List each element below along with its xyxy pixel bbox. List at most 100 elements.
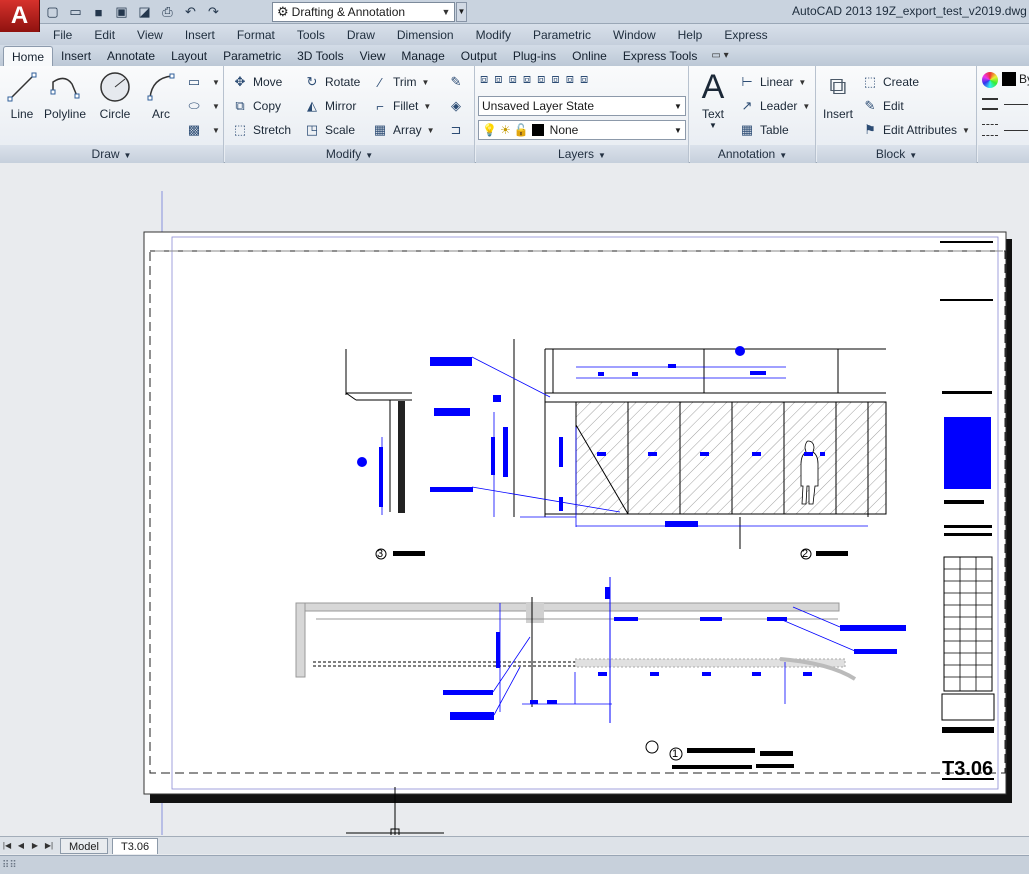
layout-viewport[interactable]: T3.06 3 2 1 xyxy=(0,167,1029,835)
tab-home[interactable]: Home xyxy=(3,46,54,66)
layer-isolate-icon[interactable]: ⧈ xyxy=(537,71,545,87)
properties-panel-title[interactable] xyxy=(978,145,1029,163)
layers-panel-title[interactable]: Layers ▼ xyxy=(476,145,688,163)
fillet-button[interactable]: ⌐ Fillet ▼ xyxy=(371,96,431,116)
tab-3d-tools[interactable]: 3D Tools xyxy=(289,46,351,66)
tab-layout-t306[interactable]: T3.06 xyxy=(111,837,159,854)
layer-properties-icon[interactable]: ⧈ xyxy=(480,71,488,87)
circle-label: Circle xyxy=(99,107,131,121)
color-swatch[interactable] xyxy=(1002,72,1016,86)
workspace-select[interactable]: ⚙ Drafting & Annotation ▼ xyxy=(272,2,455,22)
ellipse-button[interactable]: ⬭ ▼ xyxy=(185,96,219,116)
menu-express[interactable]: Express xyxy=(713,28,778,42)
save-as-icon[interactable]: ▣ xyxy=(111,2,132,22)
modify-panel-title[interactable]: Modify ▼ xyxy=(225,145,474,163)
erase-button[interactable]: ✎ xyxy=(447,72,469,92)
tab-model[interactable]: Model xyxy=(60,837,108,854)
linetype-icon[interactable] xyxy=(982,124,998,136)
arc-button[interactable]: Arc xyxy=(144,70,178,121)
leader-label: Leader xyxy=(760,99,798,113)
workspace-label: Drafting & Annotation xyxy=(291,5,406,19)
save-icon[interactable]: ■ xyxy=(88,2,109,22)
scale-button[interactable]: ◳ Scale xyxy=(303,120,355,140)
prev-tab-icon[interactable]: ◀ xyxy=(14,839,28,853)
layer-unisolate-icon[interactable]: ⧈ xyxy=(551,71,559,87)
tab-layout[interactable]: Layout xyxy=(163,46,215,66)
draw-panel-title[interactable]: Draw ▼ xyxy=(0,145,223,163)
make-current-icon[interactable]: ⧈ xyxy=(509,71,517,87)
last-tab-icon[interactable]: ▶| xyxy=(42,839,56,853)
menu-modify[interactable]: Modify xyxy=(465,28,522,42)
drawing-canvas[interactable]: T3.06 3 2 1 xyxy=(0,167,1029,835)
mirror-button[interactable]: ◭ Mirror xyxy=(303,96,356,116)
rotate-button[interactable]: ↻ Rotate xyxy=(303,72,361,92)
edit-block-button[interactable]: ✎ Edit xyxy=(861,96,904,116)
layer-state-select[interactable]: Unsaved Layer State ▼ xyxy=(478,96,686,116)
ribbon-minimize-icon[interactable]: ▭ ▾ xyxy=(711,46,728,66)
polyline-label: Polyline xyxy=(43,107,87,121)
tab-annotate[interactable]: Annotate xyxy=(99,46,163,66)
layer-select[interactable]: 💡 ☀ 🔓 None ▼ xyxy=(478,120,686,140)
explode-button[interactable]: ◈ xyxy=(447,96,469,116)
polyline-button[interactable]: Polyline xyxy=(42,70,88,121)
tab-view[interactable]: View xyxy=(352,46,394,66)
tab-parametric[interactable]: Parametric xyxy=(215,46,289,66)
create-block-button[interactable]: ⬚ Create xyxy=(861,72,919,92)
qat-customize-button[interactable]: ▼ xyxy=(456,2,467,22)
stretch-button[interactable]: ⬚ Stretch xyxy=(231,120,291,140)
leader-button[interactable]: ↗ Leader ▼ xyxy=(738,96,811,116)
tab-plug-ins[interactable]: Plug-ins xyxy=(505,46,564,66)
menu-parametric[interactable]: Parametric xyxy=(522,28,602,42)
next-tab-icon[interactable]: ▶ xyxy=(28,839,42,853)
tab-output[interactable]: Output xyxy=(453,46,505,66)
menu-dimension[interactable]: Dimension xyxy=(386,28,465,42)
menu-file[interactable]: File xyxy=(42,28,83,42)
table-button[interactable]: ▦ Table xyxy=(738,120,789,140)
layer-match-icon[interactable]: ⧈ xyxy=(523,71,531,87)
text-button[interactable]: A Text ▼ xyxy=(694,68,732,131)
insert-label: Insert xyxy=(822,107,853,121)
menu-draw[interactable]: Draw xyxy=(336,28,386,42)
menu-edit[interactable]: Edit xyxy=(83,28,126,42)
tab-express-tools[interactable]: Express Tools xyxy=(615,46,705,66)
trim-button[interactable]: ⁄ Trim ▼ xyxy=(371,72,430,92)
linear-button[interactable]: ⊢ Linear ▼ xyxy=(738,72,806,92)
layer-previous-icon[interactable]: ⧈ xyxy=(494,71,502,87)
insert-button[interactable]: ⧉ Insert xyxy=(821,70,855,121)
redo-icon[interactable]: ↷ xyxy=(203,2,224,22)
color-wheel-icon[interactable] xyxy=(982,72,998,88)
menu-tools[interactable]: Tools xyxy=(286,28,336,42)
layer-freeze-icon[interactable]: ⧈ xyxy=(566,71,574,87)
first-tab-icon[interactable]: |◀ xyxy=(0,839,14,853)
move-button[interactable]: ✥ Move xyxy=(231,72,283,92)
layer-state-value: Unsaved Layer State xyxy=(482,99,595,113)
menu-window[interactable]: Window xyxy=(602,28,667,42)
block-panel-title[interactable]: Block ▼ xyxy=(817,145,976,163)
hatch-button[interactable]: ▩ ▼ xyxy=(185,120,220,140)
rectangle-button[interactable]: ▭ ▼ xyxy=(185,72,220,92)
offset-button[interactable]: ⊐ xyxy=(447,120,469,140)
tab-online[interactable]: Online xyxy=(564,46,615,66)
application-menu-button[interactable]: A xyxy=(0,0,40,32)
new-file-icon[interactable]: ▢ xyxy=(42,2,63,22)
array-button[interactable]: ▦ Array ▼ xyxy=(371,120,435,140)
lineweight-icon[interactable] xyxy=(982,98,998,110)
open-file-icon[interactable]: ▭ xyxy=(65,2,86,22)
edit-attributes-button[interactable]: ⚑ Edit Attributes ▼ xyxy=(861,120,970,140)
menu-help[interactable]: Help xyxy=(667,28,714,42)
menu-view[interactable]: View xyxy=(126,28,174,42)
annotation-panel-title[interactable]: Annotation ▼ xyxy=(690,145,815,163)
circle-button[interactable]: Circle xyxy=(96,70,134,121)
command-line-grip-icon[interactable]: ⠿⠿ xyxy=(2,860,17,871)
chevron-down-icon: ▼ xyxy=(123,151,132,160)
tab-insert[interactable]: Insert xyxy=(53,46,99,66)
line-button[interactable]: Line xyxy=(6,70,38,121)
layer-off-icon[interactable]: ⧈ xyxy=(580,71,588,87)
menu-format[interactable]: Format xyxy=(226,28,286,42)
tab-manage[interactable]: Manage xyxy=(393,46,452,66)
plot-icon[interactable]: ⎙ xyxy=(157,2,178,22)
undo-icon[interactable]: ↶ xyxy=(180,2,201,22)
menu-insert[interactable]: Insert xyxy=(174,28,226,42)
publish-icon[interactable]: ◪ xyxy=(134,2,155,22)
copy-button[interactable]: ⧉ Copy xyxy=(231,96,281,116)
